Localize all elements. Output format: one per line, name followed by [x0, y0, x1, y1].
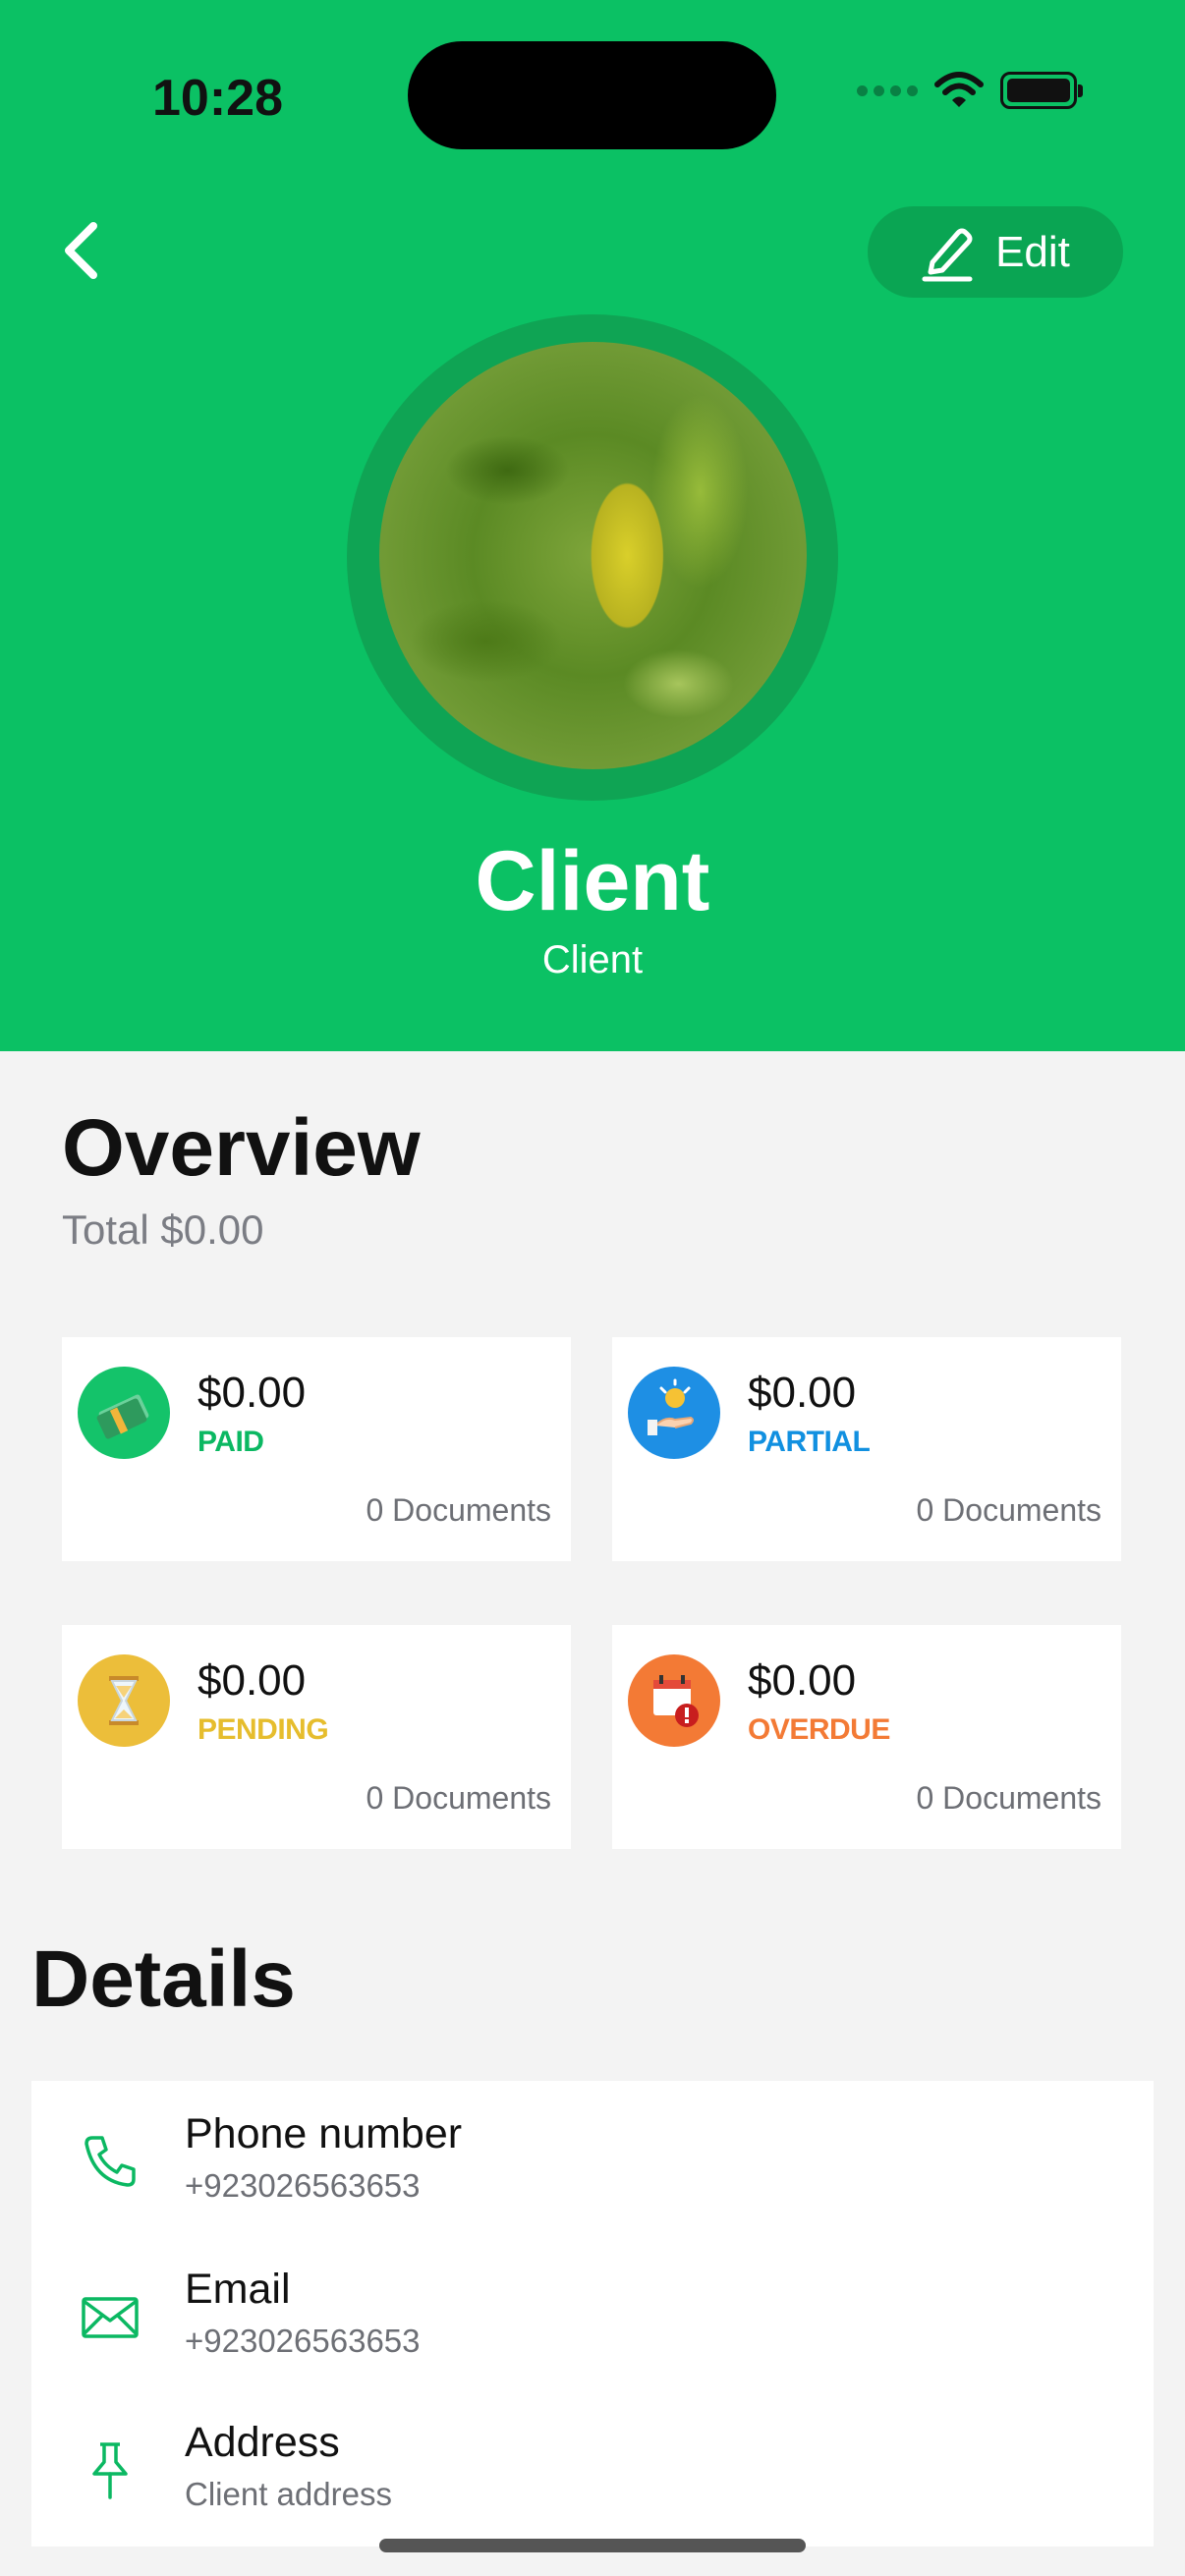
overdue-label: OVERDUE — [748, 1713, 890, 1746]
detail-title: Phone number — [185, 2110, 463, 2157]
paid-amount: $0.00 — [198, 1369, 307, 1417]
partial-label: PARTIAL — [748, 1426, 871, 1458]
detail-value: Client address — [185, 2476, 392, 2512]
detail-row-email[interactable]: Email +923026563653 — [31, 2236, 1154, 2383]
client-name: Client — [475, 834, 710, 928]
overdue-documents: 0 Documents — [916, 1780, 1101, 1816]
status-time: 10:28 — [152, 70, 283, 127]
partial-amount: $0.00 — [748, 1369, 857, 1417]
hand-coin-icon — [628, 1367, 720, 1459]
detail-row-address[interactable]: Address Client address — [31, 2389, 1154, 2537]
overdue-amount: $0.00 — [748, 1656, 857, 1705]
detail-value: +923026563653 — [185, 2323, 421, 2359]
cash-icon — [78, 1367, 170, 1459]
detail-title: Address — [185, 2419, 340, 2466]
overview-title: Overview — [62, 1103, 421, 1193]
detail-value: +923026563653 — [185, 2167, 421, 2204]
wifi-icon — [934, 72, 984, 107]
back-button[interactable] — [54, 216, 113, 285]
calendar-alert-icon — [628, 1654, 720, 1747]
detail-title: Email — [185, 2266, 291, 2313]
battery-icon — [1000, 72, 1083, 109]
paid-label: PAID — [198, 1426, 264, 1458]
overview-total: Total $0.00 — [62, 1206, 264, 1253]
dynamic-island — [408, 41, 776, 149]
overdue-card[interactable]: $0.00 OVERDUE 0 Documents — [612, 1625, 1121, 1849]
profile-header: 10:28 Edit Client Client — [0, 0, 1185, 1051]
chevron-left-icon — [65, 222, 97, 279]
envelope-icon — [82, 2297, 139, 2338]
pending-label: PENDING — [198, 1713, 329, 1746]
pending-card[interactable]: $0.00 PENDING 0 Documents — [62, 1625, 571, 1849]
cellular-signal-icon — [857, 84, 918, 96]
pending-amount: $0.00 — [198, 1656, 307, 1705]
detail-row-phone[interactable]: Phone number +923026563653 — [31, 2081, 1154, 2228]
paid-documents: 0 Documents — [366, 1492, 551, 1528]
hourglass-icon — [78, 1654, 170, 1747]
avatar[interactable] — [379, 342, 807, 769]
phone-icon — [85, 2136, 136, 2187]
home-indicator[interactable] — [379, 2539, 806, 2552]
paid-card[interactable]: $0.00 PAID 0 Documents — [62, 1337, 571, 1561]
edit-button[interactable]: Edit — [868, 206, 1123, 298]
partial-card[interactable]: $0.00 PARTIAL 0 Documents — [612, 1337, 1121, 1561]
pin-icon — [92, 2442, 128, 2499]
details-title: Details — [31, 1934, 296, 2024]
partial-documents: 0 Documents — [916, 1492, 1101, 1528]
details-list: Phone number +923026563653 Email +923026… — [31, 2081, 1154, 2547]
pencil-icon — [922, 228, 973, 281]
status-indicators — [857, 71, 1083, 110]
pending-documents: 0 Documents — [366, 1780, 551, 1816]
edit-label: Edit — [995, 227, 1070, 276]
client-role: Client — [541, 938, 644, 981]
